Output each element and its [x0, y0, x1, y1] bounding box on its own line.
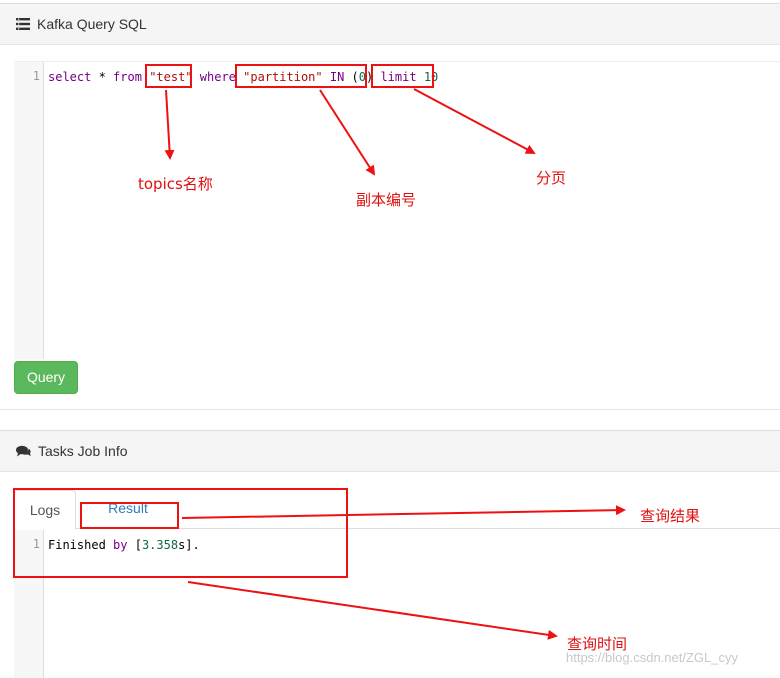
query-button[interactable]: Query — [14, 361, 78, 394]
query-panel-heading: Kafka Query SQL — [0, 3, 780, 45]
code-token: * — [91, 70, 114, 84]
annotation-topics-name: topics名称 — [138, 175, 213, 193]
highlight-log-area — [13, 488, 348, 578]
highlight-partition — [235, 64, 367, 88]
comments-icon — [16, 445, 31, 458]
tasks-panel-title: Tasks Job Info — [38, 443, 128, 459]
panel-divider — [0, 409, 780, 410]
annotation-paging: 分页 — [536, 169, 567, 187]
list-icon — [16, 18, 30, 30]
query-panel-title: Kafka Query SQL — [37, 16, 147, 32]
sql-line-number: 1 — [32, 69, 40, 83]
highlight-result-tab — [80, 502, 179, 529]
highlight-topic — [145, 64, 192, 88]
sql-editor[interactable]: 1 select * from "test" where "partition"… — [14, 61, 780, 359]
code-token: select — [48, 70, 92, 84]
code-token: from — [113, 70, 142, 84]
tasks-panel-heading: Tasks Job Info — [0, 430, 780, 472]
annotation-query-result: 查询结果 — [640, 507, 701, 525]
annotation-partition-number: 副本编号 — [356, 191, 417, 209]
sql-editor-gutter — [14, 62, 44, 359]
highlight-limit — [371, 64, 434, 88]
watermark: https://blog.csdn.net/ZGL_cyy — [566, 650, 738, 665]
code-token: where — [199, 70, 236, 84]
